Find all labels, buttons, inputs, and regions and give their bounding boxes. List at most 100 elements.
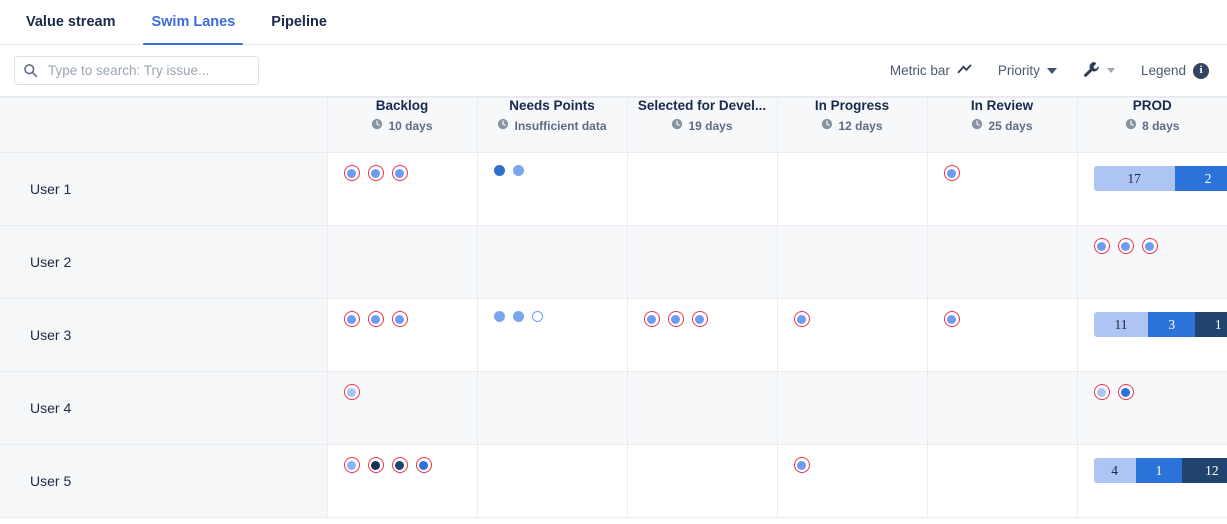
issue-marker-flagged[interactable] [1094,238,1110,254]
issue-marker[interactable] [494,311,505,322]
lane-label[interactable]: User 4 [0,372,327,445]
lane-label[interactable]: User 5 [0,445,327,518]
lane-cell[interactable] [777,299,927,372]
issue-marker-flagged[interactable] [668,311,684,327]
column-header[interactable]: PROD8 days [1077,98,1227,153]
column-header[interactable]: Needs PointsInsufficient data [477,98,627,153]
issue-marker-empty[interactable] [532,311,543,322]
settings-dropdown[interactable] [1083,61,1115,81]
lane-cell[interactable] [627,226,777,299]
lane-cell[interactable] [477,299,627,372]
lane-cell[interactable] [327,445,477,518]
metric-bar-segment: 1 [1136,458,1183,483]
metric-bar-dropdown[interactable]: Metric bar [890,63,972,78]
lane-cell[interactable] [927,445,1077,518]
lane-cell[interactable] [777,372,927,445]
lane-cell[interactable] [627,445,777,518]
issue-marker-flagged[interactable] [944,165,960,181]
lane-row: User 2 [0,226,1227,299]
issue-marker-flagged[interactable] [392,165,408,181]
lane-cell[interactable] [777,226,927,299]
issue-marker-flagged[interactable] [1094,384,1110,400]
column-header[interactable]: In Progress12 days [777,98,927,153]
issue-marker-group [344,311,477,327]
column-title: Needs Points [478,98,627,114]
lane-cell[interactable] [477,226,627,299]
issue-marker-flagged[interactable] [392,457,408,473]
issue-marker[interactable] [513,165,524,176]
chevron-down-icon [1107,68,1115,73]
search-input[interactable] [46,62,250,79]
issue-marker[interactable] [513,311,524,322]
issue-marker-group [344,384,477,400]
board-body: User 1172User 2User 31131User 4User 5411… [0,153,1227,518]
lane-cell[interactable] [477,445,627,518]
issue-marker[interactable] [494,165,505,176]
tab-pipeline[interactable]: Pipeline [253,0,345,44]
lane-cell[interactable] [477,372,627,445]
issue-marker-flagged[interactable] [368,311,384,327]
lane-cell[interactable] [777,445,927,518]
metric-bar-segment: 4 [1094,458,1136,483]
lane-cell[interactable] [777,153,927,226]
lane-cell[interactable] [327,299,477,372]
metric-bar-segment: 17 [1094,166,1175,191]
lane-cell[interactable] [327,226,477,299]
tab-value-stream[interactable]: Value stream [8,0,133,44]
issue-marker-flagged[interactable] [794,311,810,327]
metric-bar[interactable]: 172 [1094,166,1227,191]
issue-marker-flagged[interactable] [392,311,408,327]
lane-cell[interactable] [927,372,1077,445]
issue-marker-flagged[interactable] [1142,238,1158,254]
lane-cell[interactable] [477,153,627,226]
lane-label[interactable]: User 3 [0,299,327,372]
issue-marker-flagged[interactable] [644,311,660,327]
column-header[interactable]: Selected for Devel...19 days [627,98,777,153]
issue-marker-group [794,311,927,327]
lane-label[interactable]: User 2 [0,226,327,299]
tab-swim-lanes[interactable]: Swim Lanes [133,0,253,44]
issue-marker-flagged[interactable] [344,165,360,181]
search-box[interactable] [14,56,259,85]
lane-cell[interactable]: 4112 [1077,445,1227,518]
column-title: PROD [1078,98,1227,114]
lane-cell[interactable] [927,153,1077,226]
lane-row: User 4 [0,372,1227,445]
lane-cell[interactable]: 172 [1077,153,1227,226]
issue-marker-flagged[interactable] [1118,384,1134,400]
issue-marker-flagged[interactable] [794,457,810,473]
lane-cell[interactable] [927,299,1077,372]
column-header[interactable]: Backlog10 days [327,98,477,153]
issue-marker-flagged[interactable] [368,165,384,181]
metric-bar[interactable]: 1131 [1094,312,1227,337]
issue-marker-flagged[interactable] [368,457,384,473]
lane-cell[interactable] [627,153,777,226]
issue-marker-flagged[interactable] [344,384,360,400]
lane-cell[interactable] [627,299,777,372]
issue-marker-flagged[interactable] [344,311,360,327]
column-title: Backlog [328,98,477,114]
issue-marker-flagged[interactable] [944,311,960,327]
swimlane-board: Backlog10 daysNeeds PointsInsufficient d… [0,97,1227,518]
issue-marker-flagged[interactable] [344,457,360,473]
lane-cell[interactable] [1077,372,1227,445]
column-duration-text: 12 days [838,119,882,133]
lane-cell[interactable] [327,153,477,226]
column-header[interactable]: In Review25 days [927,98,1077,153]
board-header: Backlog10 daysNeeds PointsInsufficient d… [0,98,1227,153]
lane-cell[interactable] [627,372,777,445]
lane-cell[interactable] [1077,226,1227,299]
priority-label: Priority [998,63,1040,78]
issue-marker-flagged[interactable] [692,311,708,327]
legend-button[interactable]: Legend i [1141,63,1209,79]
lane-cell[interactable]: 1131 [1077,299,1227,372]
lane-cell[interactable] [327,372,477,445]
issue-marker-flagged[interactable] [1118,238,1134,254]
issue-marker-group [494,311,627,322]
toolbar-actions: Metric bar Priority Legend i [890,61,1209,81]
lane-label[interactable]: User 1 [0,153,327,226]
priority-dropdown[interactable]: Priority [998,63,1057,78]
lane-cell[interactable] [927,226,1077,299]
issue-marker-flagged[interactable] [416,457,432,473]
metric-bar[interactable]: 4112 [1094,458,1227,483]
